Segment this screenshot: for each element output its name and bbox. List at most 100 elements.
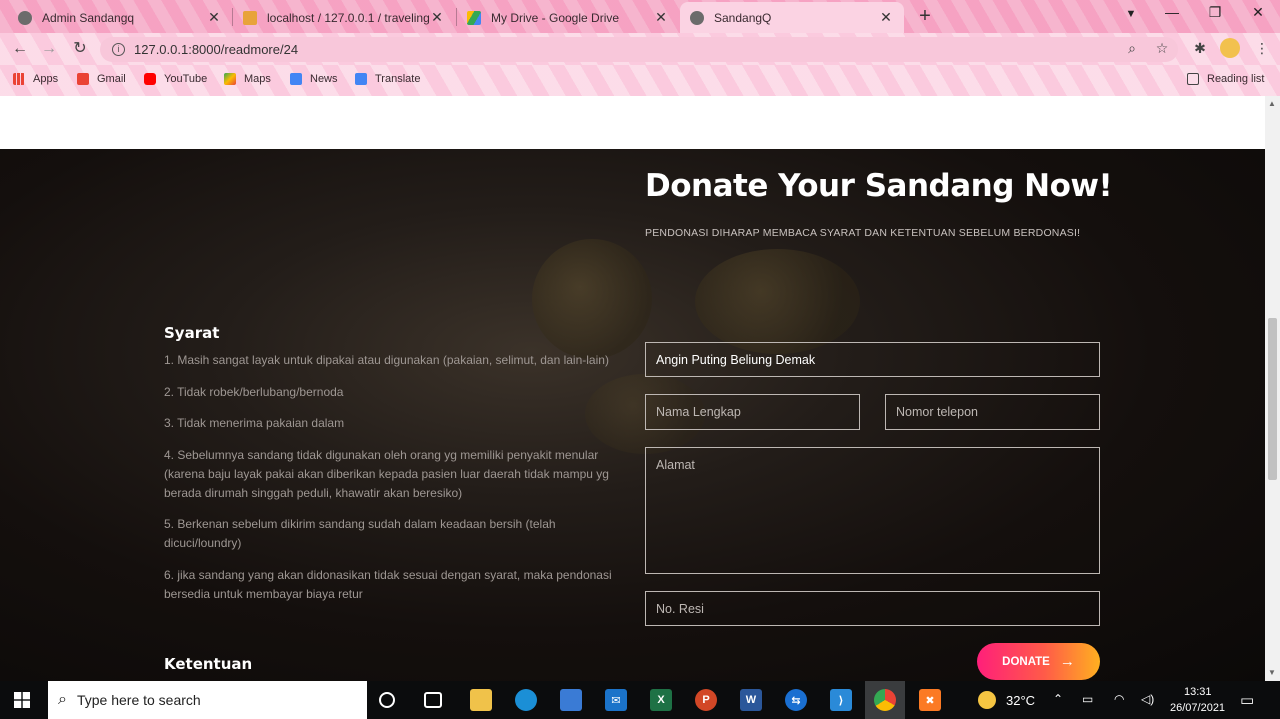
file-explorer-icon[interactable]	[470, 689, 492, 711]
excel-icon[interactable]: X	[650, 689, 672, 711]
profile-avatar[interactable]	[1220, 38, 1240, 58]
vscode-icon[interactable]: ⟩	[830, 689, 852, 711]
tab-phpmyadmin[interactable]: localhost / 127.0.0.1 / travelingk… ✕	[233, 2, 455, 33]
nomor-telepon-input[interactable]	[885, 394, 1100, 430]
bookmark-label: Apps	[33, 73, 59, 85]
word-icon[interactable]: W	[740, 689, 762, 711]
list-item: 3. Tidak menerima pakaian dalam	[164, 416, 345, 430]
weather-temperature[interactable]: 32°C	[1006, 693, 1035, 708]
news-icon	[290, 73, 302, 85]
reading-list-button[interactable]: Reading list	[1187, 73, 1264, 85]
clock-date[interactable]: 26/07/2021	[1170, 702, 1225, 714]
minimize-button[interactable]: —	[1160, 4, 1184, 20]
back-button[interactable]: ←	[10, 39, 30, 59]
reload-button[interactable]: ↻	[70, 39, 90, 59]
tab-search-icon[interactable]: ▼	[1119, 8, 1143, 20]
bookmark-star-icon[interactable]: ☆	[1152, 40, 1172, 57]
search-icon: ⌕	[58, 691, 67, 708]
forward-button[interactable]: →	[39, 39, 59, 59]
mail-icon[interactable]: ✉	[605, 689, 627, 711]
windows-taskbar: ⌕ Type here to search ✉ X P W ⇆ ⟩ ✖ 32°C…	[0, 681, 1280, 719]
menu-icon[interactable]: ⋮	[1252, 40, 1272, 57]
powerpoint-icon[interactable]: P	[695, 689, 717, 711]
show-hidden-icons-icon[interactable]: ⌃	[1053, 692, 1063, 706]
apps-grid-icon	[13, 73, 25, 85]
phpmyadmin-icon	[243, 10, 257, 25]
maps-icon	[224, 73, 236, 85]
bookmark-apps[interactable]: Apps	[13, 73, 58, 85]
windows-start-icon[interactable]	[14, 692, 30, 708]
translate-icon	[355, 73, 367, 85]
reading-list-label: Reading list	[1207, 73, 1265, 85]
scroll-down-icon[interactable]: ▼	[1268, 668, 1276, 677]
close-tab-icon[interactable]: ✕	[653, 9, 669, 26]
list-item: 6. jika sandang yang akan didonasikan ti…	[164, 567, 612, 601]
page-scrollbar[interactable]: ▲ ▼	[1265, 96, 1280, 681]
bookmarks-bar: Apps Gmail YouTube Maps News Translate R…	[0, 65, 1280, 96]
chrome-icon[interactable]	[874, 689, 896, 711]
donate-button[interactable]: DONATE →	[977, 643, 1100, 680]
extensions-icon[interactable]: ✱	[1190, 40, 1210, 57]
close-window-button[interactable]: ✕	[1246, 4, 1270, 21]
ketentuan-heading: Ketentuan	[164, 655, 253, 673]
syarat-heading: Syarat	[164, 324, 220, 342]
tab-admin-sandangq[interactable]: Admin Sandangq ✕	[8, 2, 232, 33]
page-title: Donate Your Sandang Now!	[645, 168, 1113, 204]
list-item: 5. Berkenan sebelum dikirim sandang suda…	[164, 517, 556, 550]
scrollbar-thumb[interactable]	[1268, 318, 1277, 480]
tab-title: localhost / 127.0.0.1 / travelingk…	[267, 10, 429, 25]
maximize-button[interactable]: ❐	[1203, 4, 1227, 21]
address-toolbar: ← → ↻ i 127.0.0.1:8000/readmore/24	[0, 33, 1280, 65]
alamat-textarea[interactable]	[645, 447, 1100, 574]
zoom-icon[interactable]: ⌕	[1122, 40, 1142, 57]
taskbar-search-box[interactable]: ⌕ Type here to search	[48, 681, 367, 719]
bookmark-maps[interactable]: Maps	[224, 73, 271, 85]
list-item: 4. Sebelumnya sandang tidak digunakan ol…	[164, 447, 609, 500]
xampp-icon[interactable]: ✖	[919, 689, 941, 711]
campaign-field[interactable]	[645, 342, 1100, 377]
no-resi-input[interactable]	[645, 591, 1100, 626]
task-view-icon[interactable]	[424, 692, 442, 708]
bookmark-label: YouTube	[164, 73, 208, 85]
scroll-up-icon[interactable]: ▲	[1268, 99, 1276, 108]
syarat-list: 1. Masih sangat layak untuk dipakai atau…	[164, 351, 619, 616]
close-tab-icon[interactable]: ✕	[878, 9, 894, 26]
bookmark-label: Gmail	[97, 73, 126, 85]
globe-icon	[18, 10, 32, 25]
bookmark-news[interactable]: News	[290, 73, 338, 85]
tab-google-drive[interactable]: My Drive - Google Drive ✕	[457, 2, 679, 33]
site-info-icon[interactable]: i	[112, 43, 125, 56]
tab-strip: Admin Sandangq ✕ localhost / 127.0.0.1 /…	[0, 0, 1280, 33]
battery-icon[interactable]: ▭	[1082, 692, 1093, 706]
edge-icon[interactable]	[515, 689, 537, 711]
reading-list-icon	[1187, 73, 1199, 85]
list-item: 2. Tidak robek/berlubang/bernoda	[164, 384, 344, 399]
close-tab-icon[interactable]: ✕	[429, 9, 445, 26]
tab-sandangq[interactable]: SandangQ ✕	[680, 2, 904, 33]
bookmark-gmail[interactable]: Gmail	[77, 73, 126, 85]
bookmark-youtube[interactable]: YouTube	[144, 73, 207, 85]
url-text: 127.0.0.1:8000/readmore/24	[134, 42, 299, 57]
coin-image	[532, 239, 652, 359]
nama-lengkap-input[interactable]	[645, 394, 860, 430]
coin-image	[695, 249, 860, 354]
wifi-icon[interactable]: ◠	[1114, 692, 1124, 706]
clock-time[interactable]: 13:31	[1184, 686, 1212, 698]
tab-title: SandangQ	[714, 10, 772, 25]
cortana-icon[interactable]	[379, 692, 395, 708]
bookmark-translate[interactable]: Translate	[355, 73, 420, 85]
arrow-right-icon: →	[1059, 653, 1075, 670]
volume-icon[interactable]: ◁)	[1141, 692, 1154, 706]
tab-title: Admin Sandangq	[42, 10, 135, 25]
teamviewer-icon[interactable]: ⇆	[785, 689, 807, 711]
google-drive-icon	[467, 10, 481, 25]
globe-icon	[690, 10, 704, 25]
close-tab-icon[interactable]: ✕	[206, 9, 222, 26]
notifications-icon[interactable]: ▭	[1240, 691, 1254, 709]
store-icon[interactable]	[560, 689, 582, 711]
new-tab-button[interactable]: +	[914, 5, 936, 28]
tab-title: My Drive - Google Drive	[491, 10, 620, 25]
weather-sun-icon[interactable]	[978, 691, 996, 709]
search-placeholder: Type here to search	[76, 692, 201, 708]
url-bar[interactable]: i 127.0.0.1:8000/readmore/24	[100, 37, 1178, 62]
